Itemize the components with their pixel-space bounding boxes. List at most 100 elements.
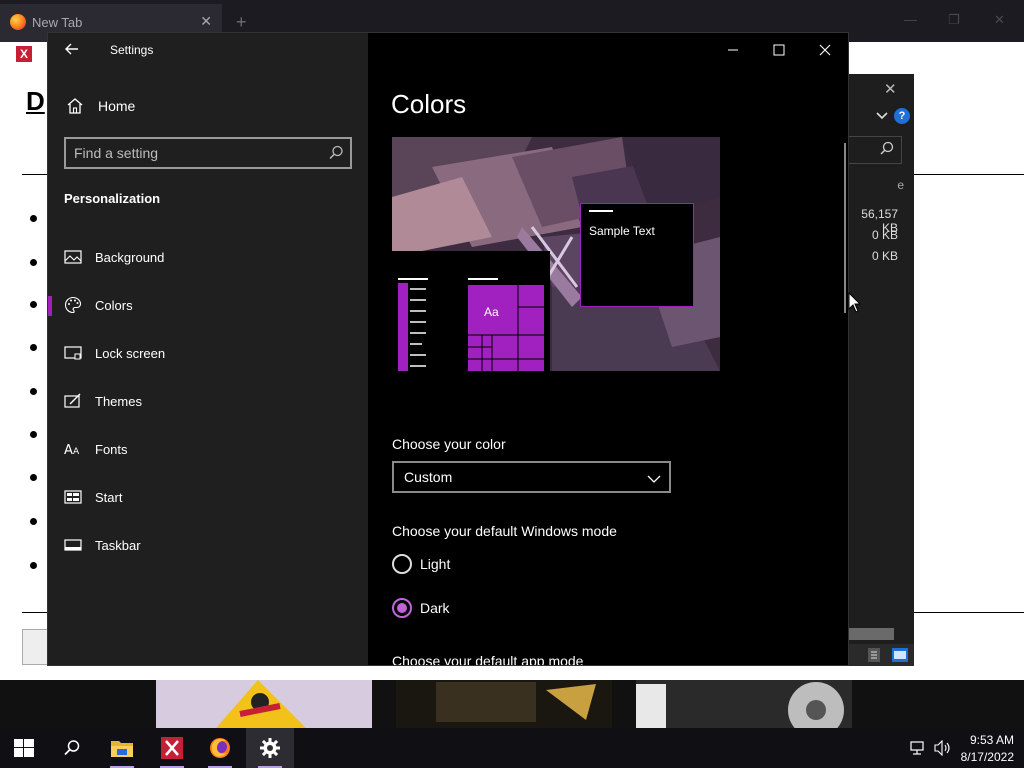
search-icon xyxy=(64,740,80,756)
column-header[interactable]: e xyxy=(897,178,904,192)
settings-nav-pane: Settings Home Personalization Background xyxy=(48,33,368,665)
taskbar-file-explorer[interactable] xyxy=(98,728,146,768)
network-icon[interactable] xyxy=(910,740,928,761)
back-arrow-icon[interactable] xyxy=(62,39,82,59)
windows-logo-icon xyxy=(14,739,34,757)
taskbar: 9:53 AM 8/17/2022 xyxy=(0,728,1024,768)
chevron-down-icon[interactable] xyxy=(876,110,888,124)
palette-icon xyxy=(64,296,82,314)
nav-item-themes[interactable]: Themes xyxy=(48,382,368,422)
taskbar-firefox[interactable] xyxy=(196,728,244,768)
radio-label: Light xyxy=(420,556,451,572)
file-size: 0 KB xyxy=(871,228,898,242)
list-bullet xyxy=(30,388,37,395)
nav-item-lock-screen[interactable]: Lock screen xyxy=(48,334,368,374)
sample-text: Sample Text xyxy=(589,224,655,238)
radio-circle-selected[interactable] xyxy=(392,598,412,618)
app-mode-label: Choose your default app mode xyxy=(392,653,584,665)
browser-restore-icon[interactable]: ❐ xyxy=(948,12,960,28)
nav-item-label: Start xyxy=(95,490,123,505)
maximize-icon[interactable] xyxy=(764,41,794,59)
list-bullet xyxy=(30,518,37,525)
nav-item-background[interactable]: Background xyxy=(48,238,368,278)
nav-item-label: Themes xyxy=(95,394,142,409)
clock-time[interactable]: 9:53 AM xyxy=(970,733,1014,747)
taskbar-settings[interactable] xyxy=(246,728,294,768)
window-title: Settings xyxy=(110,43,154,57)
radio-dark[interactable]: Dark xyxy=(392,598,592,622)
page-title: Colors xyxy=(391,89,467,119)
horizontal-scrollbar[interactable] xyxy=(848,628,894,640)
list-bullet xyxy=(30,344,37,351)
radio-light[interactable]: Light xyxy=(392,554,592,578)
list-bullet xyxy=(30,301,37,308)
close-icon[interactable] xyxy=(810,41,840,59)
volume-icon[interactable] xyxy=(934,739,952,761)
preview-start-menu xyxy=(398,278,544,371)
preview-title-bar xyxy=(589,210,613,212)
firefox-icon xyxy=(10,14,26,30)
find-setting-search[interactable] xyxy=(64,137,352,169)
close-tab-icon[interactable]: ✕ xyxy=(200,13,212,30)
explorer-close-icon[interactable]: ✕ xyxy=(884,80,897,98)
nav-item-label: Lock screen xyxy=(95,346,166,361)
browser-tab-title: New Tab xyxy=(32,15,83,30)
new-tab-icon[interactable]: + xyxy=(236,12,247,33)
desktop: New Tab ✕ + — ❐ ✕ X D ✕ ? e 56,157 KB 0 … xyxy=(0,0,1024,728)
page-favicon: X xyxy=(16,46,32,62)
list-bullet xyxy=(30,562,37,569)
help-icon[interactable]: ? xyxy=(894,108,910,124)
browser-minimize-icon[interactable]: — xyxy=(904,12,917,27)
nav-item-label: Home xyxy=(98,98,136,114)
start-button[interactable] xyxy=(0,728,48,768)
settings-content-pane: Colors Aa Sample Text Choose your color … xyxy=(368,33,848,665)
home-icon xyxy=(66,97,84,120)
search-input[interactable] xyxy=(74,143,314,163)
taskbar-search-button[interactable] xyxy=(48,728,96,768)
page-heading[interactable]: D xyxy=(26,86,45,117)
folder-icon xyxy=(111,741,133,757)
list-bullet xyxy=(30,474,37,481)
color-dropdown[interactable]: Custom xyxy=(392,461,671,493)
color-dropdown-value: Custom xyxy=(404,469,453,485)
details-view-icon[interactable] xyxy=(868,648,880,667)
large-icons-view-icon[interactable] xyxy=(892,648,908,667)
nav-item-colors[interactable]: Colors xyxy=(48,286,368,326)
gear-icon xyxy=(260,738,280,758)
nav-item-label: Taskbar xyxy=(95,538,141,553)
chevron-down-icon xyxy=(647,471,661,489)
tile-font-sample: Aa xyxy=(484,305,499,319)
clock-date[interactable]: 8/17/2022 xyxy=(961,750,1014,764)
minimize-icon[interactable] xyxy=(718,41,748,59)
desktop-wallpaper-thumbnail xyxy=(156,680,372,728)
picture-icon xyxy=(64,248,82,266)
list-bullet xyxy=(30,259,37,266)
settings-window: Settings Home Personalization Background xyxy=(48,33,848,665)
radio-label: Dark xyxy=(420,600,450,616)
choose-color-label: Choose your color xyxy=(392,436,506,452)
svg-text:A: A xyxy=(64,443,73,458)
desktop-wallpaper-thumbnail xyxy=(636,680,852,728)
section-title: Personalization xyxy=(64,191,161,206)
browser-close-icon[interactable]: ✕ xyxy=(994,12,1005,28)
radio-circle[interactable] xyxy=(392,554,412,574)
search-icon[interactable] xyxy=(328,145,344,166)
x-app-icon xyxy=(161,737,183,759)
nav-item-start[interactable]: Start xyxy=(48,478,368,518)
desktop-wallpaper-thumbnail xyxy=(396,680,612,728)
list-bullet xyxy=(30,215,37,222)
nav-item-home[interactable]: Home xyxy=(64,91,354,121)
explorer-search-box[interactable] xyxy=(848,136,902,164)
nav-item-label: Background xyxy=(95,250,165,265)
firefox-icon xyxy=(210,738,230,758)
nav-item-taskbar[interactable]: Taskbar xyxy=(48,526,368,566)
file-explorer-window: ✕ ? e 56,157 KB 0 KB 0 KB xyxy=(848,74,914,666)
explorer-status-bar xyxy=(848,644,914,666)
search-icon xyxy=(879,141,895,162)
taskbar-x-app[interactable] xyxy=(148,728,196,768)
taskbar-icon xyxy=(64,536,82,554)
vertical-scrollbar[interactable] xyxy=(844,143,846,313)
themes-icon xyxy=(64,392,82,410)
list-bullet xyxy=(30,431,37,438)
nav-item-fonts[interactable]: AA Fonts xyxy=(48,430,368,470)
